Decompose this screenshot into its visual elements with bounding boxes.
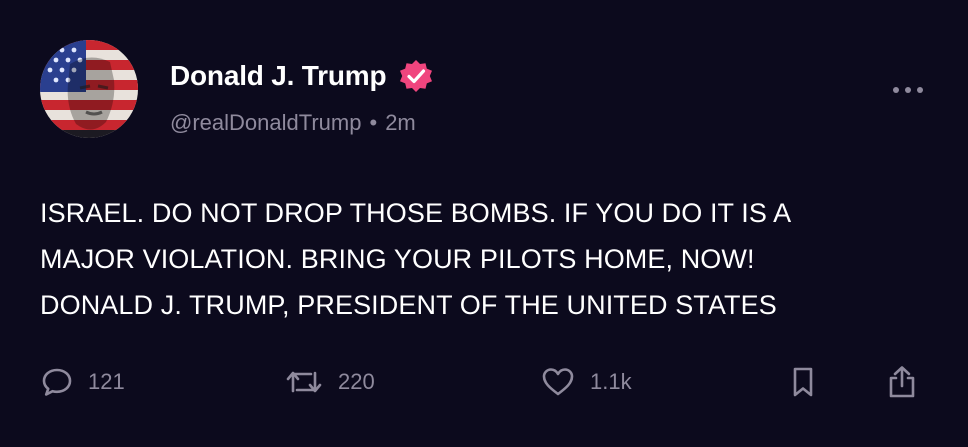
verified-badge-icon <box>400 60 433 92</box>
author-meta: @realDonaldTrump • 2m <box>170 110 416 136</box>
heart-icon <box>542 368 574 396</box>
avatar-flag-portrait-image <box>40 40 138 138</box>
author-display-name[interactable]: Donald J. Trump <box>170 60 387 92</box>
reply-count: 121 <box>88 369 125 394</box>
post-card: Donald J. Trump @realDonaldTrump • 2m ISRA… <box>0 0 968 447</box>
bookmark-icon <box>793 367 813 397</box>
more-options-button[interactable] <box>888 80 928 100</box>
avatar[interactable] <box>40 40 138 138</box>
post-actions-bar: 121 220 1.1k <box>0 360 968 410</box>
post-timestamp[interactable]: 2m <box>385 110 416 135</box>
post-text-line: ISRAEL. DO NOT DROP THOSE BOMBS. IF YOU … <box>40 198 792 228</box>
share-button[interactable] <box>884 360 920 404</box>
share-upload-icon <box>889 366 915 398</box>
post-text-line: MAJOR VIOLATION. BRING YOUR PILOTS HOME,… <box>40 244 755 274</box>
post-text-line: DONALD J. TRUMP, PRESIDENT OF THE UNITED… <box>40 290 777 320</box>
author-handle[interactable]: @realDonaldTrump <box>170 110 361 135</box>
repost-arrows-icon <box>286 371 322 393</box>
comment-bubble-icon <box>42 368 72 396</box>
author-name-row: Donald J. Trump <box>170 56 434 96</box>
ellipsis-icon <box>893 87 923 93</box>
post-text: ISRAEL. DO NOT DROP THOSE BOMBS. IF YOU … <box>40 190 940 328</box>
like-count: 1.1k <box>590 369 632 394</box>
repost-button[interactable]: 220 <box>284 360 375 404</box>
reply-button[interactable]: 121 <box>40 360 125 404</box>
meta-separator: • <box>369 110 378 135</box>
like-button[interactable]: 1.1k <box>540 360 632 404</box>
bookmark-button[interactable] <box>788 360 818 404</box>
repost-count: 220 <box>338 369 375 394</box>
